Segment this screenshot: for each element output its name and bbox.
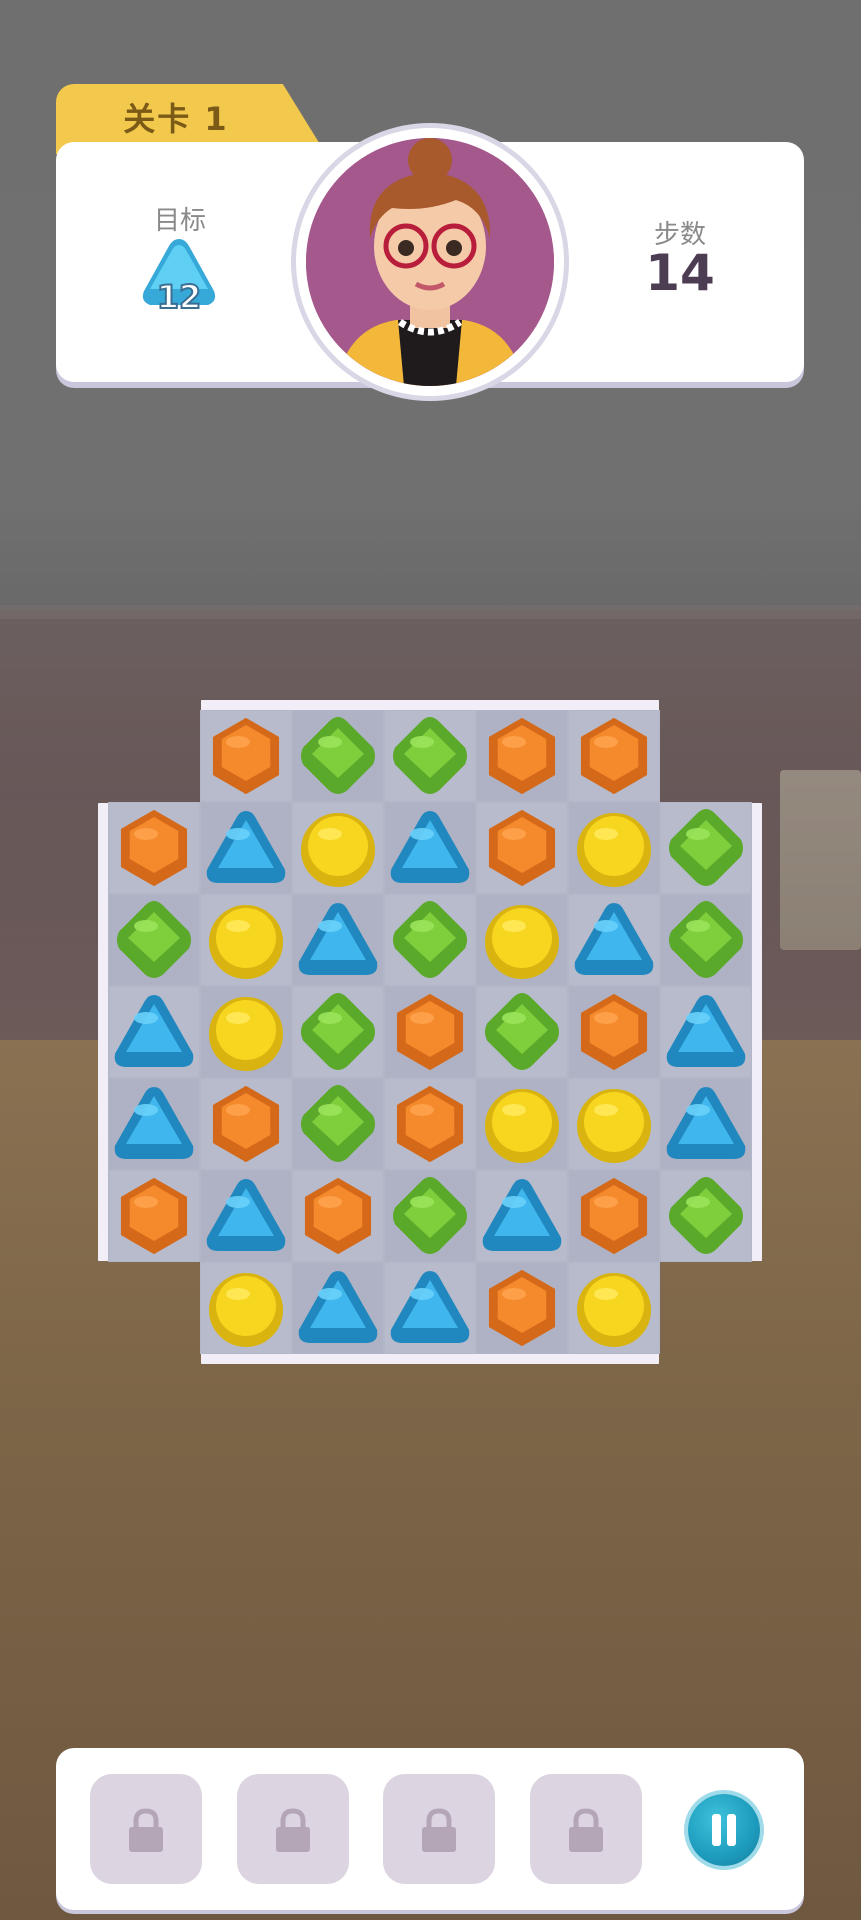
yellow-circle-gem[interactable] bbox=[577, 813, 651, 887]
goal-label: 目标 bbox=[153, 206, 206, 236]
goal-count: 12 bbox=[156, 277, 203, 317]
yellow-circle-gem[interactable] bbox=[485, 1089, 559, 1163]
lock-icon bbox=[569, 1808, 603, 1852]
pause-button[interactable] bbox=[688, 1794, 760, 1866]
game-board bbox=[98, 700, 762, 1364]
yellow-circle-gem[interactable] bbox=[485, 905, 559, 979]
yellow-circle-gem[interactable] bbox=[301, 813, 375, 887]
booster-slot-3[interactable] bbox=[383, 1774, 495, 1884]
background-window bbox=[780, 770, 861, 950]
yellow-circle-gem[interactable] bbox=[577, 1089, 651, 1163]
booster-slot-2[interactable] bbox=[237, 1774, 349, 1884]
character-avatar bbox=[306, 138, 554, 386]
lock-icon bbox=[129, 1808, 163, 1852]
lock-icon bbox=[276, 1808, 310, 1852]
moves-value: 14 bbox=[645, 244, 715, 302]
lock-icon bbox=[422, 1808, 456, 1852]
yellow-circle-gem[interactable] bbox=[577, 1273, 651, 1347]
yellow-circle-gem[interactable] bbox=[209, 1273, 283, 1347]
booster-slot-4[interactable] bbox=[530, 1774, 642, 1884]
yellow-circle-gem[interactable] bbox=[209, 905, 283, 979]
level-label: 关卡 1 bbox=[123, 100, 229, 138]
yellow-circle-gem[interactable] bbox=[209, 997, 283, 1071]
character-portrait-icon bbox=[306, 138, 554, 386]
booster-slot-1[interactable] bbox=[90, 1774, 202, 1884]
background-moulding bbox=[0, 605, 861, 619]
